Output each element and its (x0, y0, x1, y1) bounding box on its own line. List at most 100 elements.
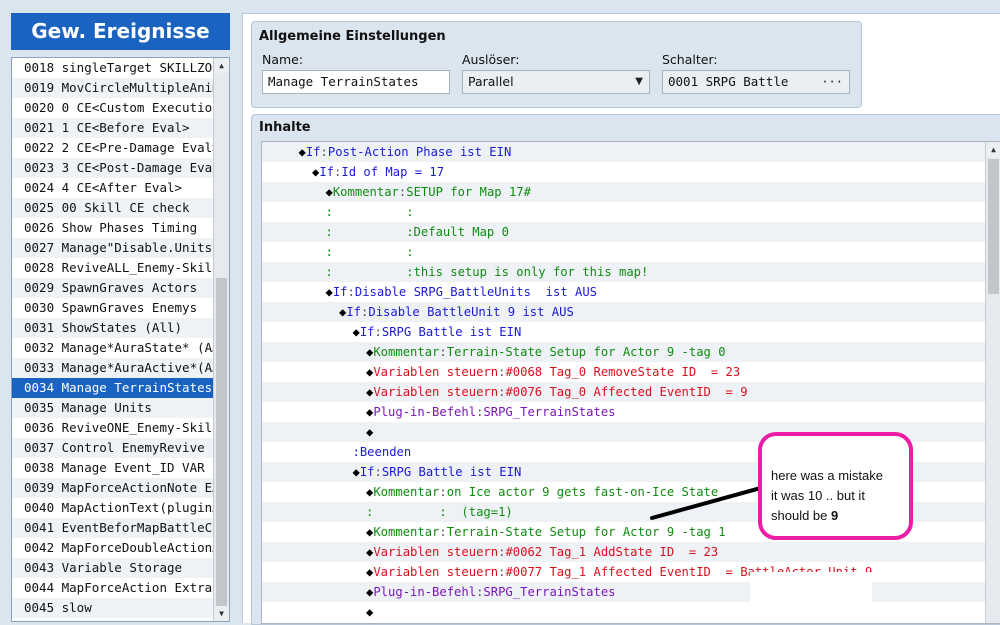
command-argument: : (tag=1) (373, 505, 513, 519)
command-line[interactable]: ◆Plug-in-Befehl:SRPG_TerrainStates (262, 582, 987, 602)
command-argument: Beenden (359, 445, 412, 459)
scroll-up-icon[interactable]: ▲ (986, 142, 1000, 157)
event-list-item[interactable]: 0035 Manage Units (12, 398, 214, 418)
command-separator: : (439, 525, 447, 539)
name-label: Name: (262, 52, 304, 67)
command-line[interactable]: ◆If:Disable BattleUnit 9 ist AUS (262, 302, 987, 322)
trigger-select[interactable]: Parallel ▼ (462, 70, 650, 94)
ellipsis-icon: ··· (821, 75, 843, 89)
event-list-item[interactable]: 0036 ReviveONE_Enemy-Skill (12, 418, 214, 438)
command-separator: : (347, 285, 355, 299)
command-argument: on Ice actor 9 gets fast-on-Ice State (446, 485, 719, 499)
event-list-item[interactable]: 0025 00 Skill CE check (12, 198, 214, 218)
switch-select[interactable]: 0001 SRPG Battle ··· (662, 70, 850, 94)
command-bullet-icon: ◆ (325, 285, 333, 299)
command-separator: : (439, 345, 447, 359)
code-scrollbar[interactable]: ▲ (985, 142, 1000, 623)
command-line[interactable]: ◆If:Disable SRPG_BattleUnits ist AUS (262, 282, 987, 302)
event-list-item[interactable]: 0023 3 CE<Post-Damage Eval> (12, 158, 214, 178)
event-list-item[interactable]: 0029 SpawnGraves Actors (12, 278, 214, 298)
event-list-item[interactable]: 0028 ReviveALL_Enemy-Skill (12, 258, 214, 278)
annotation-line-2: it was 10 .. but it (771, 488, 865, 503)
command-line[interactable]: ◆Variablen steuern:#0076 Tag_0 Affected … (262, 382, 987, 402)
event-list-item[interactable]: 0034 Manage TerrainStates (12, 378, 214, 398)
event-list-item[interactable]: 0041 EventBeforMapBattleCE (12, 518, 214, 538)
command-line[interactable]: ◆If:Id of Map = 17 (262, 162, 987, 182)
command-separator: : (374, 325, 382, 339)
command-name: If (359, 325, 375, 339)
event-list-item[interactable]: 0040 MapActionText(plugin… (12, 498, 214, 518)
annotation-text: here was a mistake it was 10 .. but it s… (771, 466, 901, 526)
general-settings-group: Allgemeine Einstellungen Name: Manage Te… (251, 21, 862, 108)
command-line[interactable]: ◆Kommentar:SETUP for Map 17# (262, 182, 987, 202)
scroll-up-icon[interactable]: ▲ (214, 58, 229, 73)
command-argument: :this setup is only for this map! (332, 265, 649, 279)
command-line[interactable]: ◆If:SRPG Battle ist EIN (262, 322, 987, 342)
command-name: If (319, 165, 335, 179)
switch-label: Schalter: (662, 52, 718, 67)
command-line[interactable]: : :Default Map 0 (262, 222, 987, 242)
event-list-item[interactable]: 0018 singleTarget SKILLZOOM (12, 58, 214, 78)
event-list-item[interactable]: 0021 1 CE<Before Eval> (12, 118, 214, 138)
command-argument: :Default Map 0 (332, 225, 509, 239)
general-settings-title: Allgemeine Einstellungen (259, 29, 446, 44)
command-line[interactable]: ◆Variablen steuern:#0068 Tag_0 RemoveSta… (262, 362, 987, 382)
event-list-item[interactable]: 0032 Manage*AuraState* (A… (12, 338, 214, 358)
annotation-bold-value: 9 (831, 508, 839, 523)
command-line[interactable]: ◆Variablen steuern:#0077 Tag_1 Affected … (262, 562, 987, 582)
event-list-item[interactable]: 0039 MapForceActionNote E… (12, 478, 214, 498)
common-event-list[interactable]: 0018 singleTarget SKILLZOOM 0019 MovCircl… (11, 57, 230, 622)
event-list-item[interactable]: 0027 Manage"Disable.Units" (12, 238, 214, 258)
command-argument: SRPG_TerrainStates (483, 405, 616, 419)
switch-value: 0001 SRPG Battle (668, 74, 789, 89)
command-name: Variablen steuern (373, 565, 499, 579)
command-name: Variablen steuern (373, 365, 499, 379)
event-list-item[interactable]: 0042 MapForceDoubleAction… (12, 538, 214, 558)
scroll-down-icon[interactable]: ▼ (214, 606, 229, 621)
annotation-line-1: here was a mistake (771, 468, 883, 483)
event-command-list[interactable]: ◆If:Post-Action Phase ist EIN ◆If:Id of M… (261, 141, 1000, 624)
command-line[interactable]: : : (262, 242, 987, 262)
command-line[interactable]: ◆Kommentar:Terrain-State Setup for Actor… (262, 342, 987, 362)
command-line[interactable]: ◆Plug-in-Befehl:SRPG_TerrainStates (262, 402, 987, 422)
event-list-item[interactable]: 0037 Control EnemyRevive (12, 438, 214, 458)
command-line[interactable]: ◆ (262, 602, 987, 622)
event-list-item[interactable]: 0020 0 CE<Custom Execution> (12, 98, 214, 118)
annotation-line-3-text: should be (771, 508, 828, 523)
list-scrollbar[interactable]: ▲ ▼ (213, 58, 229, 621)
command-separator: : (374, 465, 382, 479)
event-list-item[interactable]: 0019 MovCircleMultipleAnim (12, 78, 214, 98)
event-list-item[interactable]: 0044 MapForceAction Extra (12, 578, 214, 598)
command-bullet-icon: ◆ (352, 465, 360, 479)
command-bullet-icon: ◆ (366, 605, 374, 619)
command-line[interactable]: : : (262, 202, 987, 222)
command-line[interactable]: ◆If:Post-Action Phase ist EIN (262, 142, 987, 162)
command-name: Kommentar (373, 525, 440, 539)
event-list-item[interactable]: 0045 slow (12, 598, 214, 618)
list-scroll-thumb[interactable] (216, 278, 227, 608)
command-name: If (359, 465, 375, 479)
event-list-item[interactable]: 0031 ShowStates (All) (12, 318, 214, 338)
command-line[interactable]: : :this setup is only for this map! (262, 262, 987, 282)
name-input[interactable]: Manage TerrainStates (262, 70, 450, 94)
event-list-item[interactable]: 0043 Variable Storage (12, 558, 214, 578)
command-name: : (325, 205, 333, 219)
event-list-item[interactable]: 0024 4 CE<After Eval> (12, 178, 214, 198)
code-scroll-thumb[interactable] (988, 159, 999, 294)
event-list-item[interactable]: 0030 SpawnGraves Enemys (12, 298, 214, 318)
event-list-item[interactable]: 0038 Manage Event_ID VAR (12, 458, 214, 478)
command-name: : (325, 265, 333, 279)
command-name: Kommentar (332, 185, 399, 199)
command-line[interactable]: ◆Variablen steuern:#0062 Tag_1 AddState … (262, 542, 987, 562)
command-name: : (325, 225, 333, 239)
command-argument: #0062 Tag_1 AddState ID = 23 (505, 545, 719, 559)
contents-group: Inhalte ◆If:Post-Action Phase ist EIN ◆If… (251, 114, 1000, 625)
command-argument: Post-Action Phase ist EIN (327, 145, 512, 159)
event-list-item[interactable]: 0026 Show Phases Timing (12, 218, 214, 238)
command-argument: SRPG_TerrainStates (483, 585, 616, 599)
event-list-item[interactable]: 0033 Manage*AuraActive*(A… (12, 358, 214, 378)
command-name: If (346, 305, 362, 319)
command-name: Plug-in-Befehl (373, 585, 477, 599)
event-list-item[interactable]: 0022 2 CE<Pre-Damage Eval> (12, 138, 214, 158)
command-argument: Terrain-State Setup for Actor 9 -tag 1 (446, 525, 726, 539)
